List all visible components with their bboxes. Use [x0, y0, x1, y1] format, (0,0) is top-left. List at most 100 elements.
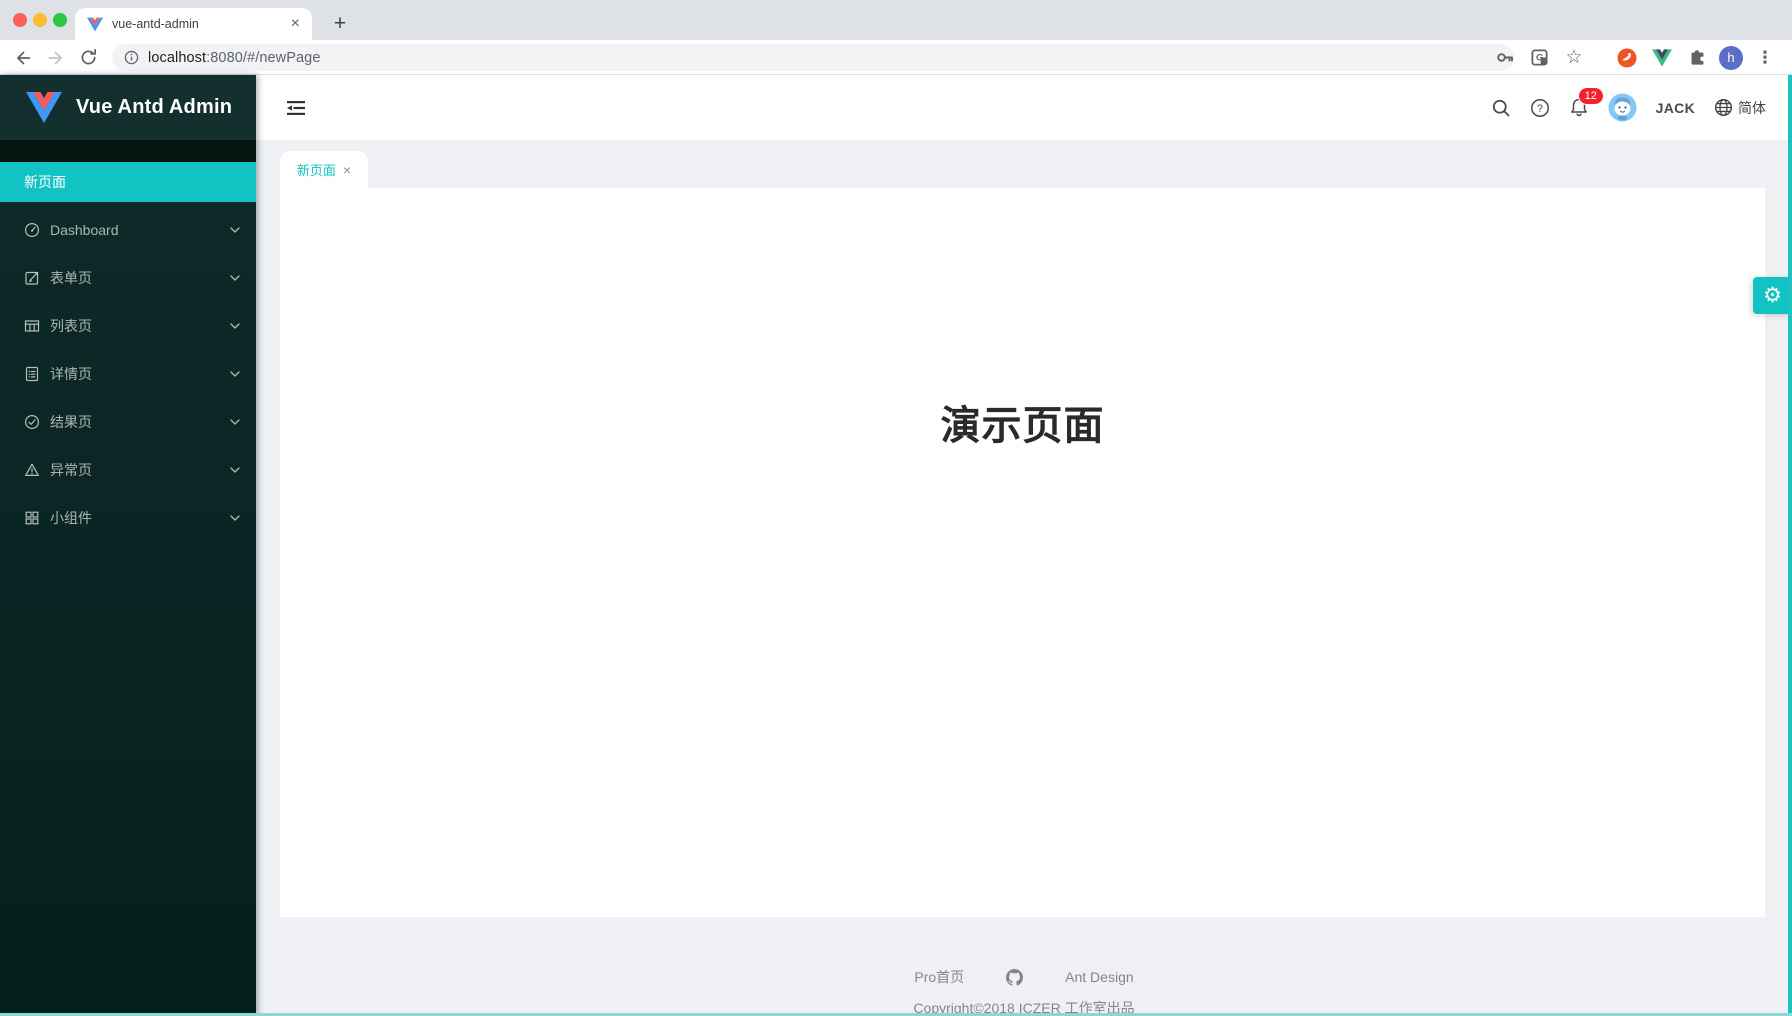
page-tab-active[interactable]: 新页面 ×	[280, 151, 368, 188]
right-edge-accent	[1788, 75, 1792, 1016]
screen: vue-antd-admin × +	[0, 0, 1792, 1016]
url-text: localhost:8080/#/newPage	[148, 50, 321, 66]
vue-extension-icon	[1652, 49, 1672, 67]
form-icon	[24, 270, 40, 286]
sidebar-item-exception[interactable]: 异常页	[0, 450, 256, 490]
sidebar-divider	[0, 140, 256, 162]
dashboard-icon	[24, 222, 40, 238]
app-header: ? 12 JA	[256, 75, 1792, 140]
key-icon	[1495, 48, 1514, 67]
star-icon: ☆	[1565, 48, 1582, 67]
sidebar-item-label: 详情页	[50, 364, 92, 384]
sidebar-item-detail[interactable]: 详情页	[0, 354, 256, 394]
search-icon	[1491, 98, 1511, 118]
language-label: 简体	[1738, 98, 1766, 118]
translate-button[interactable]: G	[1526, 45, 1552, 71]
reload-button[interactable]	[76, 45, 101, 70]
browser-tabstrip: vue-antd-admin × +	[0, 0, 1792, 40]
sidebar-item-label: Dashboard	[50, 222, 119, 238]
sidebar-collapse-button[interactable]	[284, 96, 308, 120]
browser-tab[interactable]: vue-antd-admin ×	[75, 8, 312, 40]
content-card: 演示页面	[280, 188, 1765, 917]
browser-toolbar: localhost:8080/#/newPage G ☆	[0, 40, 1792, 75]
notification-badge: 12	[1579, 88, 1603, 104]
sidebar-item-label: 表单页	[50, 268, 92, 288]
page-tab-close-icon[interactable]: ×	[343, 163, 351, 177]
puzzle-icon	[1688, 48, 1707, 67]
github-icon[interactable]	[1006, 969, 1023, 986]
footer: Pro首页 Ant Design Copyright©2018 ICZER 工作…	[256, 917, 1792, 1016]
footer-link-pro-home[interactable]: Pro首页	[914, 967, 964, 987]
warning-icon	[24, 462, 40, 478]
extension-orange-button[interactable]	[1614, 45, 1640, 71]
sidebar-item-list[interactable]: 列表页	[0, 306, 256, 346]
sidebar-item-label: 小组件	[50, 508, 92, 528]
forward-icon	[45, 47, 67, 69]
three-dots-icon: ⋮	[1757, 49, 1774, 66]
sidebar-item-widgets[interactable]: 小组件	[0, 498, 256, 538]
check-circle-icon	[24, 414, 40, 430]
help-button[interactable]: ?	[1530, 98, 1550, 118]
info-icon[interactable]	[124, 50, 139, 65]
back-button[interactable]	[10, 45, 35, 70]
globe-icon	[1714, 98, 1733, 117]
sidebar-item-result[interactable]: 结果页	[0, 402, 256, 442]
avatar-icon	[1608, 93, 1637, 122]
translate-icon: G	[1530, 48, 1549, 67]
browser-tab-title: vue-antd-admin	[112, 17, 291, 31]
footer-link-ant-design[interactable]: Ant Design	[1065, 969, 1133, 985]
table-icon	[24, 318, 40, 334]
page-tab-label: 新页面	[297, 160, 336, 179]
appstore-icon	[24, 510, 40, 526]
password-key-button[interactable]	[1491, 45, 1517, 71]
browser-menu-button[interactable]: ⋮	[1752, 45, 1778, 71]
header-actions: ? 12 JA	[1491, 75, 1766, 140]
window-zoom-button[interactable]	[53, 13, 67, 27]
page-tabbar: 新页面 ×	[256, 140, 1792, 188]
bookmark-star-button[interactable]: ☆	[1561, 45, 1587, 71]
orange-extension-icon	[1616, 47, 1638, 69]
chevron-down-icon	[230, 371, 240, 377]
theme-settings-button[interactable]: ⚙	[1753, 277, 1792, 314]
toolbar-right-icons: G ☆	[1491, 40, 1792, 75]
username[interactable]: JACK	[1656, 100, 1695, 116]
gear-icon: ⚙	[1763, 283, 1782, 308]
sidebar-item-label: 新页面	[24, 172, 66, 192]
vue-favicon	[87, 17, 103, 32]
tab-close-icon[interactable]: ×	[291, 16, 300, 32]
menu-fold-icon	[284, 96, 308, 120]
url-bar[interactable]: localhost:8080/#/newPage	[112, 44, 1514, 71]
svg-text:?: ?	[1537, 102, 1543, 114]
app-logo[interactable]: Vue Antd Admin	[0, 75, 256, 140]
chevron-down-icon	[230, 323, 240, 329]
sidebar-item-label: 结果页	[50, 412, 92, 432]
question-circle-icon: ?	[1530, 98, 1550, 118]
sidebar: Vue Antd Admin 新页面 Dashboard 表单页	[0, 75, 256, 1016]
sidebar-item-form[interactable]: 表单页	[0, 258, 256, 298]
back-icon	[12, 47, 34, 69]
forward-button[interactable]	[43, 45, 68, 70]
vue-devtools-button[interactable]	[1649, 45, 1675, 71]
chevron-down-icon	[230, 467, 240, 473]
window-minimize-button[interactable]	[33, 13, 47, 27]
sidebar-item-newpage[interactable]: 新页面	[0, 162, 256, 202]
user-avatar[interactable]	[1608, 93, 1637, 122]
profile-icon	[24, 366, 40, 382]
vue-admin-logo-icon	[26, 92, 62, 123]
footer-links: Pro首页 Ant Design	[256, 967, 1792, 987]
sidebar-item-label: 列表页	[50, 316, 92, 336]
window-close-button[interactable]	[13, 13, 27, 27]
browser-profile-avatar[interactable]: h	[1719, 46, 1743, 70]
search-button[interactable]	[1491, 98, 1511, 118]
sidebar-item-dashboard[interactable]: Dashboard	[0, 210, 256, 250]
new-tab-button[interactable]: +	[324, 8, 356, 40]
notifications-button[interactable]: 12	[1569, 97, 1589, 118]
extensions-menu-button[interactable]	[1684, 45, 1710, 71]
chevron-down-icon	[230, 419, 240, 425]
language-switcher[interactable]: 简体	[1714, 98, 1766, 118]
url-host: localhost	[148, 50, 206, 66]
reload-icon	[78, 47, 99, 68]
sidebar-item-label: 异常页	[50, 460, 92, 480]
app-title: Vue Antd Admin	[76, 96, 232, 119]
url-path: :8080/#/newPage	[206, 50, 320, 66]
